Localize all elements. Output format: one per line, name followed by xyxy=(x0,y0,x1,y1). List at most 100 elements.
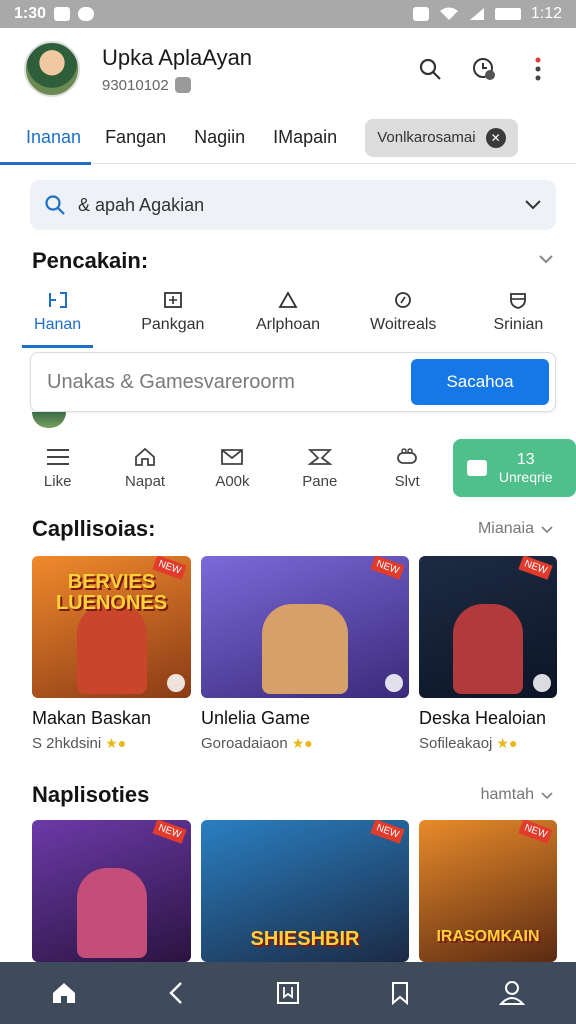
game-subtitle-text: Goroadaiaon xyxy=(201,735,288,752)
game-card[interactable]: SHIESHBIR NEW xyxy=(201,820,409,962)
bookmark-icon[interactable] xyxy=(380,973,420,1013)
game-title: Makan Baskan xyxy=(32,708,152,728)
category-label: Woitreals xyxy=(370,316,437,333)
category-hanan[interactable]: Hanan xyxy=(0,290,115,350)
user-id: 93010102 xyxy=(102,76,169,94)
section2-more-label: hamtah xyxy=(480,786,534,803)
category-label: Pankgan xyxy=(141,316,205,333)
chevron-down-icon xyxy=(541,525,553,533)
star-icon: ★● xyxy=(105,735,127,751)
home-icon[interactable] xyxy=(44,973,84,1013)
circle-icon xyxy=(393,290,413,310)
back-icon[interactable] xyxy=(156,973,196,1013)
history-icon[interactable] xyxy=(470,55,498,83)
section2-more[interactable]: hamtah xyxy=(481,786,554,804)
tool-like[interactable]: Like xyxy=(14,447,101,490)
notification-icon xyxy=(54,7,71,21)
game-card[interactable]: NEW xyxy=(32,820,191,962)
category-woitreals[interactable]: Woitreals xyxy=(346,290,461,350)
profile-icon[interactable] xyxy=(492,973,532,1013)
section1-more[interactable]: Mianaia xyxy=(478,520,554,538)
game-subtitle: Sofileakaoj ★● xyxy=(419,735,557,752)
game-card[interactable]: BERVIES LUENONES NEW Makan Baskan S 2hkd… xyxy=(32,556,191,752)
game-card[interactable]: NEW Unlelia Game Goroadaiaon ★● xyxy=(201,556,409,752)
app-header: Upka AplaAyan 93010102 xyxy=(0,28,576,110)
more-vert-icon[interactable] xyxy=(524,55,552,83)
mail-icon xyxy=(221,448,244,465)
download-icon[interactable] xyxy=(533,674,551,692)
game-card[interactable]: IRASOMKAIN NEW xyxy=(419,820,557,962)
tool-pane[interactable]: Pane xyxy=(276,447,363,490)
star-icon: ★● xyxy=(496,735,518,751)
tab-fangan[interactable]: Fangan xyxy=(91,112,180,164)
thumbnail-banner: SHIESHBIR xyxy=(250,928,360,950)
new-tag: NEW xyxy=(152,820,187,844)
box-icon xyxy=(163,290,183,310)
game-subtitle: Goroadaiaon ★● xyxy=(201,735,409,752)
search-button[interactable]: Sacahoa xyxy=(411,359,549,405)
tool-label: Napat xyxy=(125,472,166,490)
game-thumbnail: SHIESHBIR NEW xyxy=(201,820,409,962)
character-art xyxy=(76,604,147,694)
mini-avatar xyxy=(32,412,66,428)
user-subtitle: 93010102 xyxy=(102,77,252,94)
category-label: Arlphoan xyxy=(255,316,321,333)
section1-cards: BERVIES LUENONES NEW Makan Baskan S 2hkd… xyxy=(32,556,576,752)
category-label: Srinian xyxy=(493,316,544,333)
shield-icon xyxy=(508,290,528,310)
thumbnail-banner: BERVIES LUENONES xyxy=(55,571,168,614)
game-subtitle-text: Sofileakaoj xyxy=(419,735,493,752)
character-art xyxy=(262,604,348,694)
game-card[interactable]: NEW Deska Healoian Sofileakaoj ★● xyxy=(419,556,557,752)
category-arlphoan[interactable]: Arlphoan xyxy=(230,290,345,350)
wifi-icon xyxy=(439,7,458,20)
close-icon[interactable]: ✕ xyxy=(485,127,506,148)
tab-imapain[interactable]: IMapain xyxy=(259,112,351,164)
new-tag: NEW xyxy=(370,820,405,844)
section2-title: Naplisoties xyxy=(32,782,150,807)
game-title: Unlelia Game xyxy=(201,708,311,728)
category-srinian[interactable]: Srinian xyxy=(461,290,576,350)
search-bar[interactable]: & apah Agakian xyxy=(30,180,556,230)
tool-slvt[interactable]: Slvt xyxy=(364,447,451,490)
highlight-card[interactable]: 13 Unreqrie xyxy=(452,439,576,497)
tool-napat[interactable]: Napat xyxy=(101,447,188,490)
bottom-nav xyxy=(0,962,576,1024)
game-thumbnail: IRASOMKAIN NEW xyxy=(419,820,557,962)
category-label: Hanan xyxy=(34,316,82,333)
header-actions xyxy=(416,55,552,83)
game-thumbnail: NEW xyxy=(419,556,557,698)
tab-inanan[interactable]: Inanan xyxy=(0,112,92,165)
menu-icon xyxy=(46,448,69,465)
game-search-input[interactable]: Unakas & Gamesvareroorm xyxy=(47,371,411,394)
download-icon[interactable] xyxy=(167,674,185,692)
signal-icon xyxy=(469,8,484,20)
chevron-down-icon[interactable] xyxy=(524,199,542,211)
avatar[interactable] xyxy=(24,41,80,97)
chevron-down-icon[interactable] xyxy=(538,254,554,264)
game-subtitle-text: S 2hkdsini xyxy=(32,735,102,752)
tool-label: Slvt xyxy=(394,472,420,490)
tab-nagiin[interactable]: Nagiin xyxy=(180,112,259,164)
search-input[interactable]: & apah Agakian xyxy=(78,195,204,216)
tab-pill-filter[interactable]: Vonlkarosamai ✕ xyxy=(365,118,518,157)
download-icon[interactable] xyxy=(385,674,403,692)
bookmark-box-icon[interactable] xyxy=(268,973,308,1013)
gamepad-icon xyxy=(397,447,418,464)
thumbnail-banner: IRASOMKAIN xyxy=(436,928,540,946)
highlight-label: Unreqrie xyxy=(498,469,553,486)
status-time-right: 1:12 xyxy=(530,5,562,22)
tab-pill-label: Vonlkarosamai xyxy=(377,129,476,146)
category-pankgan[interactable]: Pankgan xyxy=(115,290,230,350)
section1-title: Capllisoias: xyxy=(32,516,156,541)
search-icon[interactable] xyxy=(416,55,444,83)
message-icon xyxy=(78,7,95,21)
tool-a00k[interactable]: A00k xyxy=(189,447,276,490)
highlight-number: 13 xyxy=(516,451,535,468)
new-tag: NEW xyxy=(518,556,553,580)
grid-icon xyxy=(48,290,68,310)
tool-label: A00k xyxy=(215,472,250,490)
game-title: Deska Healoian xyxy=(419,708,547,728)
home-icon xyxy=(135,447,155,466)
new-tag: NEW xyxy=(518,820,553,844)
